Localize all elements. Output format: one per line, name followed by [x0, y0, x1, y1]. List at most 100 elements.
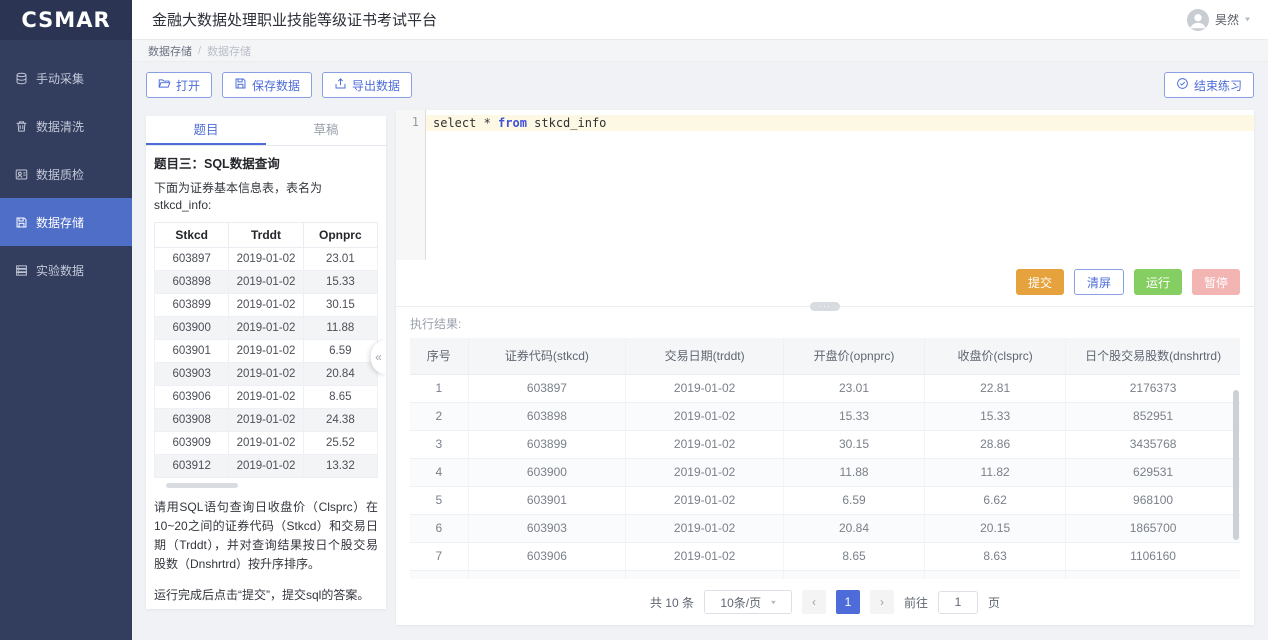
save-data-button[interactable]: 保存数据 [222, 72, 312, 98]
submit-button[interactable]: 提交 [1016, 269, 1064, 295]
tab-question[interactable]: 题目 [146, 116, 266, 145]
table-cell: 20.84 [303, 363, 377, 386]
table-cell: 11.82 [925, 458, 1066, 486]
sidebar-item-floppy[interactable]: 数据存储 [0, 198, 132, 246]
server-icon [14, 263, 28, 277]
chevrons-left-icon: « [375, 350, 382, 364]
table-cell: 963600 [1066, 570, 1240, 579]
table-cell: 603898 [468, 402, 626, 430]
column-header: Trddt [229, 223, 303, 248]
table-cell: 3 [410, 430, 468, 458]
page-size-select[interactable]: 10条/页 ▾ [704, 590, 792, 614]
table-cell: 603906 [468, 542, 626, 570]
vertical-scrollbar[interactable] [1233, 390, 1239, 540]
table-cell: 25.52 [303, 432, 377, 455]
goto-page-input[interactable] [938, 591, 978, 614]
table-cell: 8 [410, 570, 468, 579]
editor-gutter: 1 [396, 110, 426, 260]
floppy-icon [14, 215, 28, 229]
goto-label: 前往 [904, 594, 928, 611]
total-count: 共 10 条 [650, 594, 694, 611]
sidebar-item-trash[interactable]: 数据清洗 [0, 102, 132, 150]
clear-screen-button[interactable]: 清屏 [1074, 269, 1124, 295]
page-number-1[interactable]: 1 [836, 590, 860, 614]
table-cell: 603898 [155, 271, 229, 294]
column-header: 证券代码(stkcd) [468, 338, 626, 374]
panels-row: 题目 草稿 题目三：SQL数据查询 下面为证券基本信息表，表名为stkcd_in… [146, 110, 1254, 640]
sidebar-item-label: 数据存储 [36, 214, 84, 231]
column-header: 开盘价(opnprc) [783, 338, 924, 374]
table-cell: 2019-01-02 [229, 294, 303, 317]
breadcrumb-root[interactable]: 数据存储 [148, 43, 192, 59]
tab-draft[interactable]: 草稿 [266, 116, 386, 145]
table-row: 66039032019-01-0220.8420.151865700 [410, 514, 1240, 542]
table-cell: 2019-01-02 [229, 340, 303, 363]
table-cell: 2019-01-02 [626, 430, 784, 458]
column-header: 收盘价(clsprc) [925, 338, 1066, 374]
sql-keyword: from [498, 116, 527, 130]
results-table: 序号证券代码(stkcd)交易日期(trddt)开盘价(opnprc)收盘价(c… [410, 338, 1240, 579]
export-data-button[interactable]: 导出数据 [322, 72, 412, 98]
table-cell: 2019-01-02 [229, 271, 303, 294]
id-card-icon [14, 167, 28, 181]
table-row: 56039012019-01-026.596.62968100 [410, 486, 1240, 514]
prev-page-button[interactable]: ‹ [802, 590, 826, 614]
table-row: 6039092019-01-0225.52 [155, 432, 378, 455]
question-note: 运行完成后点击“提交”，提交sql的答案。 [154, 586, 378, 605]
horizontal-scrollbar[interactable] [166, 483, 238, 488]
run-button[interactable]: 运行 [1134, 269, 1182, 295]
table-cell: 1 [410, 374, 468, 402]
table-cell: 7 [410, 542, 468, 570]
table-row: 16038972019-01-0223.0122.812176373 [410, 374, 1240, 402]
table-cell: 603903 [155, 363, 229, 386]
sql-editor[interactable]: 1 select * from stkcd_info [396, 110, 1254, 260]
table-cell: 24.51 [925, 570, 1066, 579]
pagination: 共 10 条 10条/页 ▾ ‹ 1 › 前往 页 [410, 579, 1240, 625]
platform-title: 金融大数据处理职业技能等级证书考试平台 [152, 9, 437, 30]
breadcrumb-separator: / [198, 45, 201, 57]
table-cell: 8.65 [303, 386, 377, 409]
next-page-button[interactable]: › [870, 590, 894, 614]
table-cell: 2019-01-02 [229, 409, 303, 432]
table-cell: 11.88 [783, 458, 924, 486]
table-cell: 603897 [468, 374, 626, 402]
table-cell: 23.01 [783, 374, 924, 402]
editor-code-area[interactable]: select * from stkcd_info [426, 110, 1254, 260]
clock-check-icon [1176, 77, 1189, 93]
table-cell: 2019-01-02 [626, 458, 784, 486]
table-row: 6039122019-01-0213.32 [155, 455, 378, 478]
pause-button[interactable]: 暂停 [1192, 269, 1240, 295]
sidebar-menu: 手动采集数据清洗数据质检数据存储实验数据 [0, 40, 132, 294]
table-cell: 13.32 [303, 455, 377, 478]
table-row: 86039082019-01-0224.3824.51963600 [410, 570, 1240, 579]
splitter-drag-handle[interactable]: ··· [810, 302, 840, 311]
table-cell: 2019-01-02 [626, 402, 784, 430]
export-icon [334, 77, 347, 93]
table-cell: 1865700 [1066, 514, 1240, 542]
user-menu[interactable]: 昊然 ▾ [1187, 9, 1250, 31]
open-button[interactable]: 打开 [146, 72, 212, 98]
end-practice-button[interactable]: 结束练习 [1164, 72, 1254, 98]
table-cell: 30.15 [303, 294, 377, 317]
chevron-down-icon: ▾ [771, 598, 776, 607]
table-cell: 2019-01-02 [626, 374, 784, 402]
sidebar-item-id-card[interactable]: 数据质检 [0, 150, 132, 198]
sidebar-item-server[interactable]: 实验数据 [0, 246, 132, 294]
code-line-1: select * from stkcd_info [426, 115, 1254, 131]
table-cell: 2019-01-02 [229, 432, 303, 455]
question-body: 题目三：SQL数据查询 下面为证券基本信息表，表名为stkcd_info: St… [146, 146, 386, 609]
question-data-table: StkcdTrddtOpnprc 6038972019-01-0223.0160… [154, 222, 378, 478]
table-cell: 603899 [468, 430, 626, 458]
breadcrumb: 数据存储 / 数据存储 [132, 40, 1268, 62]
trash-icon [14, 119, 28, 133]
splitter: ··· [396, 306, 1254, 307]
table-cell: 15.33 [303, 271, 377, 294]
table-cell: 603900 [155, 317, 229, 340]
table-cell: 603901 [155, 340, 229, 363]
table-cell: 968100 [1066, 486, 1240, 514]
save-icon [234, 77, 247, 93]
sidebar-item-database[interactable]: 手动采集 [0, 54, 132, 102]
table-row: 76039062019-01-028.658.631106160 [410, 542, 1240, 570]
table-header-row: StkcdTrddtOpnprc [155, 223, 378, 248]
table-cell: 2019-01-02 [229, 363, 303, 386]
